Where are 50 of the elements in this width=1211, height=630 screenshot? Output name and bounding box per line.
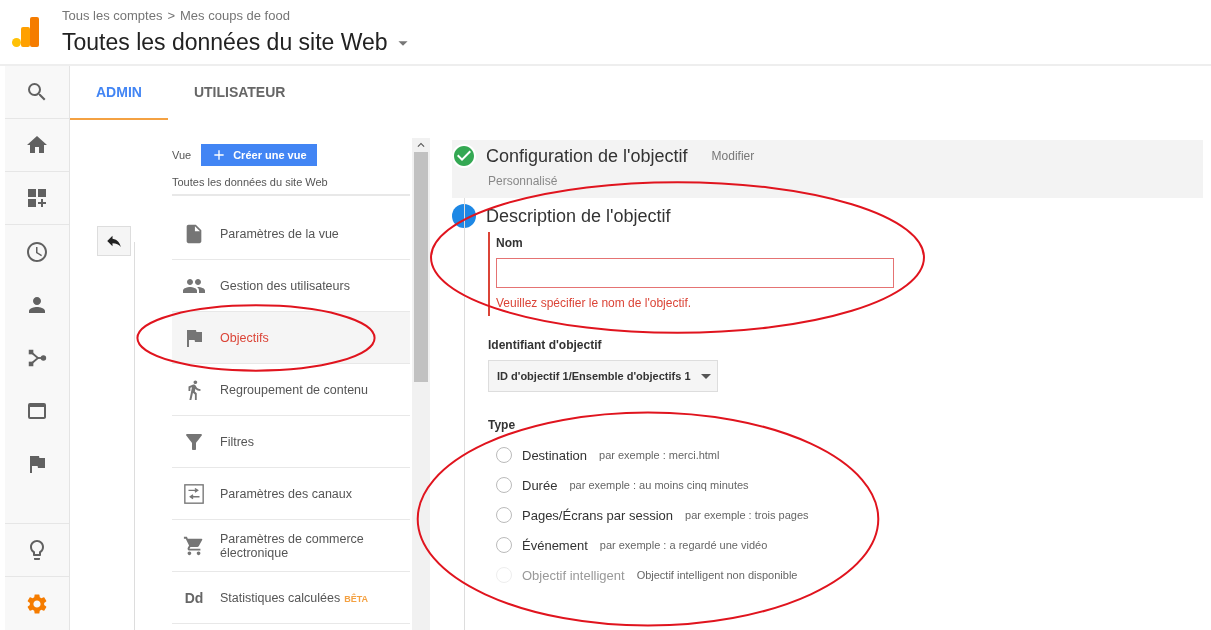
field-label: Nom [496, 236, 524, 250]
clock-icon [25, 239, 49, 264]
option-hint: par exemple : a regardé une vidéo [599, 539, 768, 551]
option-label: Pages/Écrans par session [522, 507, 674, 523]
option-hint: Objectif intelligent non disponible [636, 569, 798, 581]
radio-button[interactable] [496, 507, 512, 523]
field-label: Type [488, 418, 517, 432]
modify-link[interactable]: Modifier [711, 149, 755, 163]
cart-icon [183, 534, 205, 557]
name-input-field[interactable] [496, 258, 894, 288]
step-title: Description de l'objectif [486, 205, 671, 227]
menu-item[interactable]: Regroupement de contenu [172, 364, 410, 416]
option-label: Destination [522, 447, 588, 463]
option-hint: par exemple : trois pages [685, 509, 809, 521]
option-hint: par exemple : au moins cinq minutes [569, 479, 749, 491]
tab[interactable]: ADMIN [70, 66, 168, 120]
channels-icon [183, 482, 205, 505]
property-title[interactable]: Toutes les données du site Web [62, 29, 388, 56]
field-label: Identifiant d'objectif [488, 338, 603, 352]
dimension-icon: Dd [184, 589, 204, 606]
menu-item[interactable]: Filtres [172, 416, 410, 468]
option-hint: par exemple : merci.html [599, 449, 720, 461]
breadcrumb-separator: > [167, 8, 176, 23]
menu-item[interactable]: Paramètres des canaux [172, 468, 410, 520]
breadcrumb-link[interactable]: Mes coups de food [180, 8, 290, 23]
breadcrumb-link[interactable]: Tous les comptes [62, 8, 163, 23]
error-message: Veuillez spécifier le nom de l'objectif. [496, 296, 693, 310]
menu-item[interactable]: Dd Statistiques calculées BÊTA [172, 572, 410, 624]
radio-button[interactable] [496, 447, 512, 463]
radio-button[interactable] [496, 537, 512, 553]
caret-icon [700, 373, 711, 379]
menu-item[interactable]: Objectifs [172, 312, 410, 364]
analytics-logo [12, 17, 40, 47]
back-button[interactable] [97, 226, 131, 256]
option-label: Objectif intelligent [522, 567, 625, 583]
radio-button[interactable] [496, 477, 512, 493]
option-label: Durée [522, 477, 558, 493]
view-label: Vue [172, 149, 192, 161]
create-view-button[interactable]: Créer une vue [201, 144, 317, 166]
step-title: Configuration de l'objectif [486, 145, 688, 167]
settings-icon [25, 591, 49, 616]
dashboard-icon [25, 186, 49, 210]
tab[interactable]: UTILISATEUR [167, 66, 312, 120]
current-view: Toutes les données du site Web [172, 168, 410, 196]
scrollbar[interactable] [412, 138, 430, 630]
step-summary: Personnalisé [487, 173, 559, 188]
menu-item[interactable]: Paramètres de la vue [172, 208, 410, 260]
option-label: Événement [522, 537, 588, 553]
menu-item[interactable]: Paramètres de commerce électronique [172, 520, 410, 572]
goal-id-dropdown[interactable]: ID d'objectif 1/Ensemble d'objectifs 1 [488, 360, 718, 392]
